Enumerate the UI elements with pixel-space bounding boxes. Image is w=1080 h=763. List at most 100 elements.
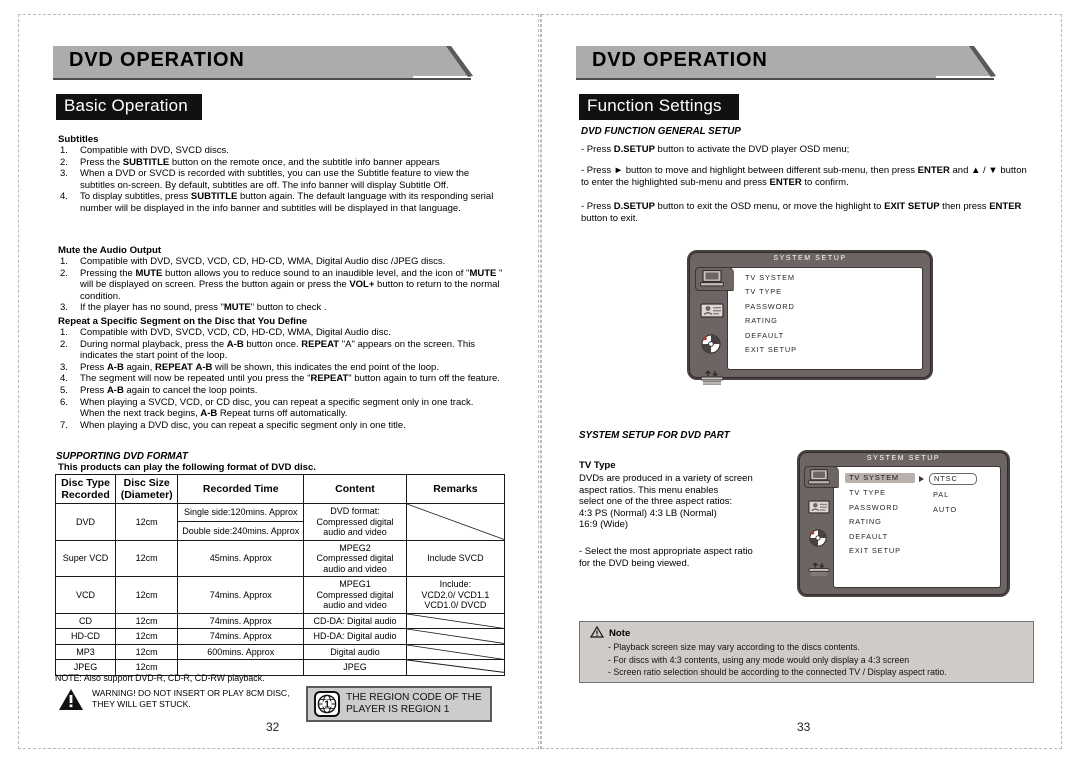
cell-content: DVD format: Compressed digital audio and… [303, 503, 407, 541]
osd-menu-item-password[interactable]: PASSWORD [849, 503, 915, 512]
list-item: 1. Compatible with DVD, SVCD, VCD, CD, HD… [60, 256, 446, 267]
cell-disc-type: Super VCD [54, 539, 117, 577]
note-item: - Screen ratio selection should be accor… [608, 667, 947, 678]
osd-menu-item-password[interactable]: PASSWORD [745, 302, 797, 311]
note-box: Note - Playback screen size may vary acc… [579, 621, 1034, 683]
repeat-heading: Repeat a Specific Segment on the Disc th… [58, 316, 308, 327]
subtitles-block: Subtitles 1. Compatible with DVD, SVCD di… [58, 134, 500, 215]
list-item-text: Press A-B again, REPEAT A-B will be show… [80, 361, 439, 373]
osd-menu-item-rating[interactable]: RATING [849, 518, 915, 526]
list-item: 1. Compatible with DVD, SVCD discs. [60, 145, 229, 156]
note-list: - Playback screen size may vary accordin… [608, 641, 947, 679]
osd-submenu-item-pal[interactable]: PAL [933, 491, 977, 499]
osd-menu-item-default[interactable]: DEFAULT [849, 532, 915, 541]
cell-disc-type: HD-CD [54, 628, 117, 645]
col-header-content: Content [303, 474, 407, 504]
table-row: CD 12cm 74mins. Approx CD-DA: Digital au… [54, 612, 506, 629]
cell-content: Digital audio [303, 643, 407, 660]
osd-menu-item-rating[interactable]: RATING [745, 317, 797, 325]
cell-content: JPEG [303, 659, 407, 676]
general-setup-para-3: - Press D.SETUP button to exit the OSD m… [581, 201, 1022, 224]
osd-menu-item-default[interactable]: DEFAULT [745, 331, 797, 340]
cell-content: CD-DA: Digital audio [303, 612, 407, 629]
col-header-recorded-time: Recorded Time [177, 474, 305, 504]
dvd-format-table: Disc Type Recorded Disc Size (Diameter) Re… [54, 474, 506, 676]
list-item-text: Pressing the MUTE button allows you to r… [80, 267, 503, 302]
table-header-row: Disc Type Recorded Disc Size (Diameter) Re… [54, 474, 506, 504]
repeat-block: Repeat a Specific Segment on the Disc th… [58, 316, 500, 431]
disc-rating-icon[interactable] [808, 529, 830, 552]
list-item: 3. Press A-B again, REPEAT A-B will be sh… [60, 361, 439, 373]
cell-content: MPEG2 Compressed digital audio and video [303, 539, 407, 577]
cell-recorded-time: 74mins. Approx [177, 612, 305, 629]
list-item: 3. When a DVD or SVCD is recorded with su… [60, 168, 470, 191]
osd-menu-item-tv-system[interactable]: TV SYSTEM [745, 274, 797, 282]
cell-content: HD-DA: Digital audio [303, 628, 407, 645]
region-code-badge: 1 THE REGION CODE OF THE PLAYER IS REGIO… [306, 686, 492, 722]
osd-menu-list-1: TV SYSTEM TV TYPE PASSWORD RATING DEFAUL… [745, 274, 797, 360]
osd-menu-item-tv-type[interactable]: TV TYPE [745, 288, 797, 296]
tv-type-line-2: aspect ratios. This menu enables [579, 484, 719, 496]
osd-submenu-tv-system: NTSC PAL AUTO [929, 473, 977, 520]
section-banner-right: DVD OPERATION [576, 46, 996, 80]
region-line-2: PLAYER IS REGION 1 [346, 704, 450, 715]
warning-line-1: WARNING! DO NOT INSERT OR PLAY 8CM DISC, [92, 688, 290, 698]
list-item: 4. To display subtitles, press SUBTITLE b… [60, 191, 494, 214]
cell-disc-type: DVD [54, 503, 117, 541]
cell-disc-size: 12cm [115, 576, 179, 614]
cell-disc-size: 12cm [115, 612, 179, 629]
osd-menu-item-exit-setup[interactable]: EXIT SETUP [745, 345, 797, 354]
list-item: 1. Compatible with DVD, SVCD, VCD, CD, HD… [60, 327, 391, 338]
list-item: 2. Pressing the MUTE button allows you to… [60, 267, 503, 302]
section-banner-left: DVD OPERATION [53, 46, 473, 80]
list-item-text: Press the SUBTITLE button on the remote … [80, 156, 440, 168]
list-item-text: The segment will now be repeated until y… [80, 373, 500, 385]
col-header-disc-size: Disc Size (Diameter) [115, 474, 179, 504]
disc-rating-icon[interactable] [700, 334, 724, 359]
cell-remarks-empty [405, 659, 506, 676]
osd-submenu-item-auto[interactable]: AUTO [933, 505, 977, 514]
page-title-right: DVD OPERATION [592, 49, 768, 71]
osd-menu-item-tv-type[interactable]: TV TYPE [849, 489, 915, 497]
list-item-text: If the player has no sound, press "MUTE"… [80, 302, 327, 314]
general-setup-heading: DVD FUNCTION GENERAL SETUP [581, 126, 741, 137]
table-row: DVD 12cm Single side:120mins. Approx DVD… [54, 502, 506, 541]
region-line-1: THE REGION CODE OF THE [346, 691, 482, 703]
list-item: 3. If the player has no sound, press "MUT… [60, 302, 327, 314]
default-reset-icon[interactable] [808, 561, 830, 582]
cell-disc-type: MP3 [54, 643, 117, 660]
password-card-icon[interactable] [808, 499, 830, 520]
list-item: 5. Press A-B again to cancel the loop poi… [60, 384, 258, 396]
tv-type-line-1: DVDs are produced in a variety of screen [579, 473, 753, 484]
tv-type-bullet-line-1: - Select the most appropriate aspect rat… [579, 546, 753, 557]
general-setup-para-1: - Press D.SETUP button to activate the D… [581, 144, 850, 155]
warning-line-2: THEY WILL GET STUCK. [92, 698, 191, 709]
list-item-text: To display subtitles, press SUBTITLE but… [80, 191, 494, 214]
osd-icon-rail-2 [808, 469, 830, 592]
table-note: NOTE: Also support DVD-R, CD-R, CD-RW pl… [55, 673, 265, 683]
cell-recorded-time: 74mins. Approx [177, 576, 305, 614]
list-item-text: When playing a DVD disc, you can repeat … [80, 419, 406, 431]
monitor-icon[interactable] [700, 269, 724, 292]
right-column: DVD OPERATION Function Settings DVD FUNC… [541, 0, 1062, 735]
list-item: 4. The segment will now be repeated until… [60, 373, 500, 385]
cell-recorded-time: Single side:120mins. Approx [177, 502, 305, 523]
cell-recorded-time: 45mins. Approx [177, 539, 305, 577]
subsection-label-function-settings: Function Settings [579, 94, 739, 120]
monitor-icon[interactable] [808, 469, 830, 490]
manual-spread: DVD OPERATION Basic Operation Subtitles … [0, 0, 1080, 763]
warning-triangle-icon [58, 688, 84, 711]
osd-menu-item-tv-system-selected[interactable]: TV SYSTEM [845, 473, 915, 483]
general-setup-para-2: - Press ► button to move and highlight b… [581, 165, 1027, 188]
warning-text: WARNING! DO NOT INSERT OR PLAY 8CM DISC,… [92, 688, 290, 709]
page-number-right: 33 [797, 720, 811, 734]
default-reset-icon[interactable] [700, 369, 724, 391]
note-header: Note [589, 625, 630, 641]
note-item: - Playback screen size may vary accordin… [608, 642, 860, 652]
password-card-icon[interactable] [700, 302, 724, 324]
osd-menu-item-exit-setup[interactable]: EXIT SETUP [849, 546, 915, 555]
cell-disc-type: CD [54, 612, 117, 629]
osd-submenu-item-ntsc[interactable]: NTSC [929, 473, 977, 485]
list-item-text: When playing a SVCD, VCD, or CD disc, yo… [80, 396, 474, 420]
table-row: HD-CD 12cm 74mins. Approx HD-DA: Digital… [54, 628, 506, 645]
